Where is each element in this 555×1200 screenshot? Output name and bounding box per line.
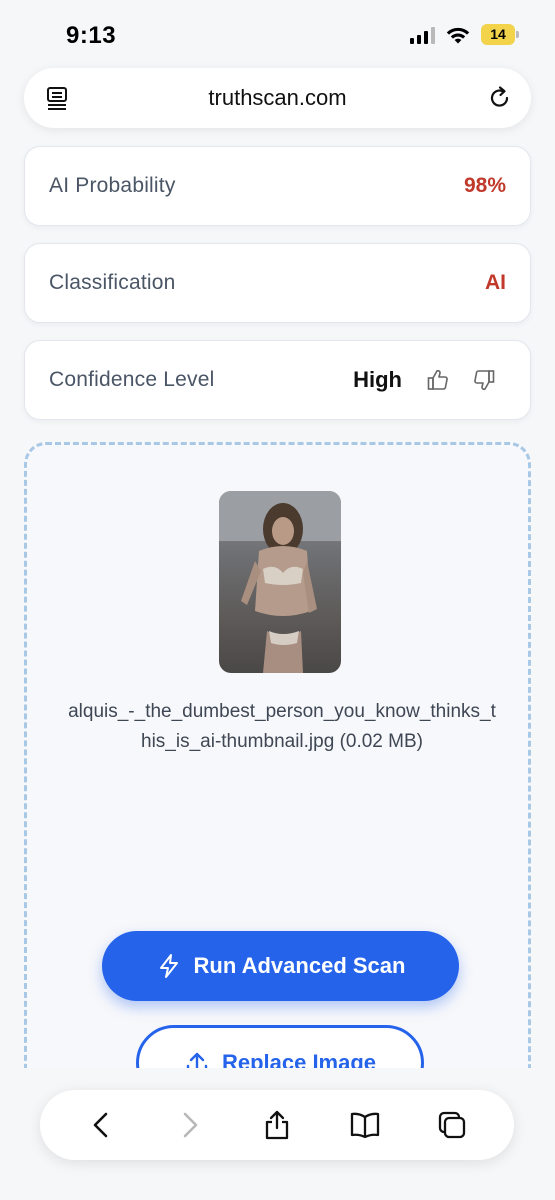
status-icons: 14 (410, 24, 519, 45)
battery-level: 14 (490, 26, 506, 42)
back-button[interactable] (84, 1107, 120, 1143)
confidence-level-label: Confidence Level (49, 368, 215, 391)
share-button[interactable] (259, 1107, 295, 1143)
back-icon (93, 1112, 108, 1138)
url-text[interactable]: truthscan.com (208, 85, 346, 111)
run-advanced-scan-label: Run Advanced Scan (193, 953, 406, 978)
share-icon (265, 1110, 289, 1140)
battery-icon: 14 (481, 24, 519, 45)
forward-button[interactable] (171, 1107, 207, 1143)
bookmarks-button[interactable] (347, 1107, 383, 1143)
thumbs-up-icon[interactable] (426, 368, 450, 392)
upload-dropzone[interactable]: alquis_-_the_dumbest_person_you_know_thi… (24, 442, 531, 1102)
tabs-icon (439, 1111, 466, 1139)
status-bar: 9:13 14 (0, 0, 555, 70)
status-time: 9:13 (66, 22, 117, 49)
ai-probability-card: AI Probability 98% (24, 146, 531, 226)
thumbnail-figure (219, 491, 341, 673)
classification-card: Classification AI (24, 243, 531, 323)
classification-label: Classification (49, 271, 176, 294)
file-name: alquis_-_the_dumbest_person_you_know_thi… (68, 701, 496, 752)
bookmarks-icon (350, 1112, 379, 1139)
run-advanced-scan-button[interactable]: Run Advanced Scan (102, 931, 459, 1001)
wifi-icon (446, 27, 470, 43)
confidence-level-value: High (353, 367, 402, 392)
reader-mode-icon[interactable] (44, 85, 70, 111)
lightning-icon (159, 954, 178, 978)
reload-icon[interactable] (487, 85, 513, 111)
forward-icon (184, 1112, 198, 1138)
ai-probability-value: 98% (463, 174, 506, 197)
address-bar[interactable]: truthscan.com (24, 68, 531, 128)
thumbs-down-icon[interactable] (472, 368, 496, 392)
ai-probability-label: AI Probability (49, 174, 176, 197)
feedback-buttons (426, 368, 496, 392)
browser-toolbar (40, 1090, 514, 1160)
classification-value: AI (485, 271, 506, 294)
tabs-button[interactable] (434, 1107, 470, 1143)
confidence-level-card: Confidence Level High (24, 340, 531, 420)
uploaded-image-thumbnail (219, 491, 341, 673)
cellular-signal-icon (410, 26, 435, 44)
phone-screen: 9:13 14 truthscan.com AI Probability 98%… (0, 0, 555, 1200)
